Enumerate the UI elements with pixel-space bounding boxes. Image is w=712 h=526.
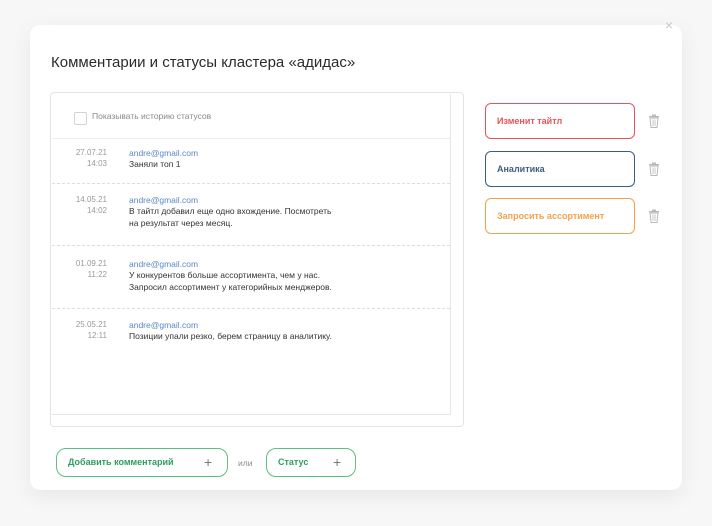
comment-author-email[interactable]: andre@gmail.com bbox=[129, 320, 198, 330]
comment-time: 14:02 bbox=[86, 206, 107, 215]
history-toggle-row[interactable]: Показывать историю статусов bbox=[52, 94, 450, 139]
status-button-request-assortment[interactable]: Запросить ассортимент bbox=[485, 198, 635, 234]
comment-time: 14:03 bbox=[86, 159, 107, 168]
or-separator: или bbox=[238, 458, 253, 468]
comments-list: Показывать историю статусов 27.07.21 14:… bbox=[52, 94, 451, 415]
comment-entry: 27.07.21 14:03 andre@gmail.com Заняли то… bbox=[52, 139, 450, 184]
comment-text-line: Заняли топ 1 bbox=[129, 159, 181, 169]
comment-author-email[interactable]: andre@gmail.com bbox=[129, 195, 198, 205]
comment-author-email[interactable]: andre@gmail.com bbox=[129, 148, 198, 158]
add-status-button[interactable]: Статус + bbox=[266, 448, 356, 477]
close-icon[interactable]: × bbox=[662, 18, 676, 32]
comment-date: 14.05.21 bbox=[75, 195, 107, 204]
comment-text-line: Запросил ассортимент у категорийных менд… bbox=[129, 282, 332, 292]
add-status-label: Статус bbox=[278, 457, 309, 467]
status-button-analytics[interactable]: Аналитика bbox=[485, 151, 635, 187]
plus-icon: + bbox=[333, 454, 342, 470]
comment-text-line: на результат через месяц. bbox=[129, 218, 233, 228]
status-button-change-title[interactable]: Изменит тайтл bbox=[485, 103, 635, 139]
comment-date: 25.05.21 bbox=[75, 320, 107, 329]
trash-icon[interactable] bbox=[648, 114, 660, 128]
add-comment-label: Добавить комментарий bbox=[68, 457, 174, 467]
plus-icon: + bbox=[204, 454, 213, 470]
comment-entry: 25.05.21 12:11 andre@gmail.com Позиции у… bbox=[52, 309, 450, 369]
add-comment-button[interactable]: Добавить комментарий + bbox=[56, 448, 228, 477]
comment-entry: 14.05.21 14:02 andre@gmail.com В тайтл д… bbox=[52, 184, 450, 246]
comments-panel: Показывать историю статусов 27.07.21 14:… bbox=[50, 92, 464, 427]
comment-text-line: В тайтл добавил еще одно вхождение. Посм… bbox=[129, 206, 332, 216]
comment-time: 11:22 bbox=[87, 270, 107, 279]
comment-entry: 01.09.21 11:22 andre@gmail.com У конкуре… bbox=[52, 246, 450, 309]
trash-icon[interactable] bbox=[648, 162, 660, 176]
comment-text-line: Позиции упали резко, берем страницу в ан… bbox=[129, 331, 332, 341]
comment-date: 01.09.21 bbox=[75, 259, 107, 268]
comment-author-email[interactable]: andre@gmail.com bbox=[129, 259, 198, 269]
trash-icon[interactable] bbox=[648, 209, 660, 223]
comment-time: 12:11 bbox=[87, 331, 107, 340]
show-history-label: Показывать историю статусов bbox=[92, 111, 212, 121]
comment-date: 27.07.21 bbox=[75, 148, 107, 157]
modal-title: Комментарии и статусы кластера «адидас» bbox=[51, 54, 356, 71]
show-history-checkbox[interactable] bbox=[74, 112, 87, 125]
comment-text-line: У конкурентов больше ассортимента, чем у… bbox=[129, 270, 320, 280]
